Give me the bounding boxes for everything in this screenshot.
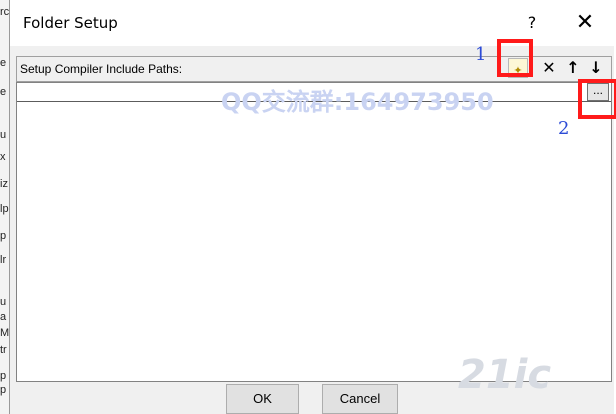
move-down-icon[interactable]: ↓ (586, 58, 606, 78)
background-text: a (0, 311, 7, 323)
help-button[interactable]: ? (518, 8, 546, 38)
background-text: e (0, 86, 7, 98)
background-text: lr (0, 254, 7, 266)
include-paths-label: Setup Compiler Include Paths: (20, 62, 183, 76)
delete-icon[interactable]: ✕ (539, 58, 559, 78)
highlight-box-browse (578, 79, 616, 119)
background-text: rc (0, 6, 9, 18)
site-logo: 21ic (458, 352, 552, 398)
background-text: x (0, 151, 6, 163)
close-button[interactable]: ✕ (567, 8, 603, 38)
background-text: u (0, 296, 7, 308)
highlight-box-new-folder (497, 39, 533, 77)
annotation-number-1: 1 (475, 44, 487, 65)
background-text: p (0, 230, 7, 242)
background-text: e (0, 57, 7, 69)
move-up-icon[interactable]: ↑ (563, 58, 583, 78)
cancel-button[interactable]: Cancel (322, 384, 398, 414)
ok-button[interactable]: OK (226, 384, 299, 414)
background-text: tr (0, 344, 7, 356)
qq-group-watermark: QQ交流群:164973950 (221, 88, 494, 116)
include-paths-list[interactable]: ... (16, 82, 612, 382)
background-text: p (0, 384, 7, 396)
dialog-title: Folder Setup (23, 14, 118, 32)
background-text: lp (0, 203, 9, 215)
folder-setup-dialog: Folder Setup ? ✕ Setup Compiler Include … (9, 0, 616, 414)
background-text: p (0, 370, 7, 382)
background-text: iz (0, 178, 8, 190)
background-text: u (0, 129, 7, 141)
annotation-number-2: 2 (558, 118, 570, 139)
background-text: M (0, 327, 9, 339)
